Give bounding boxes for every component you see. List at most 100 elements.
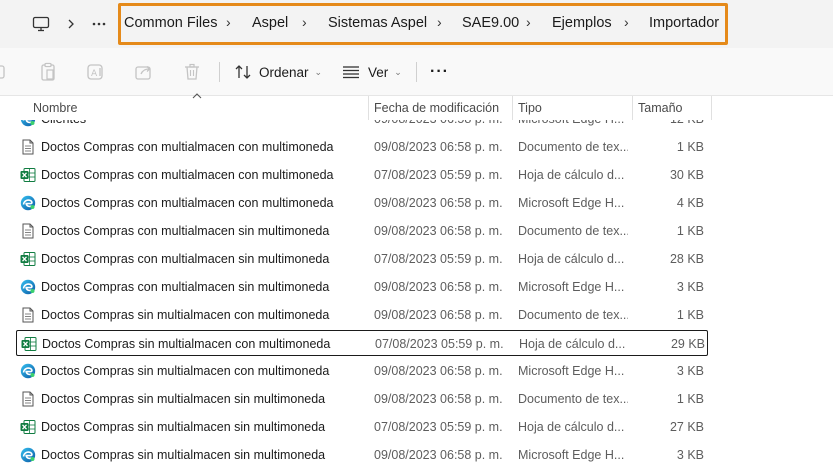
- file-size: 28 KB: [669, 252, 704, 266]
- file-row[interactable]: Doctos Compras sin multialmacen sin mult…: [16, 386, 708, 412]
- edge-icon: [20, 363, 36, 379]
- sort-button[interactable]: Ordenar ⌄: [234, 61, 322, 83]
- file-type: Hoja de cálculo d...: [519, 337, 626, 351]
- file-date: 09/08/2023 06:58 p. m.: [374, 196, 503, 210]
- this-pc-icon[interactable]: [30, 13, 52, 35]
- file-size: 3 KB: [676, 280, 704, 294]
- file-size: 12 KB: [634, 120, 704, 126]
- text-document-icon: [20, 391, 36, 407]
- file-row[interactable]: Doctos Compras con multialmacen sin mult…: [16, 274, 708, 300]
- file-type: Microsoft Edge H...: [518, 280, 625, 294]
- breadcrumb-separator-icon[interactable]: ›: [526, 14, 531, 30]
- breadcrumb-item-sistemas-aspel[interactable]: Sistemas Aspel: [328, 15, 427, 31]
- view-button[interactable]: Ver ⌄: [342, 61, 402, 83]
- text-document-icon: [20, 307, 36, 323]
- column-header-size[interactable]: Tamaño: [638, 101, 682, 115]
- breadcrumb-separator-icon[interactable]: ›: [437, 14, 442, 30]
- file-date: 09/08/2023 06:58 p. m.: [374, 224, 503, 238]
- toolbar-divider: [416, 62, 417, 82]
- file-type: Microsoft Edge H...: [518, 364, 625, 378]
- file-name: Doctos Compras sin multialmacen con mult…: [41, 364, 330, 378]
- file-date: 07/08/2023 05:59 p. m.: [374, 420, 503, 434]
- breadcrumb-item-aspel[interactable]: Aspel: [252, 15, 288, 31]
- file-row[interactable]: Doctos Compras con multialmacen sin mult…: [16, 218, 708, 244]
- paste-icon[interactable]: [38, 62, 58, 82]
- column-header-row: Nombre Fecha de modificación Tipo Tamaño: [0, 93, 833, 120]
- text-document-icon: [20, 139, 36, 155]
- file-name: Clientes: [41, 120, 371, 126]
- file-row[interactable]: Doctos Compras con multialmacen sin mult…: [16, 246, 708, 272]
- file-date: 07/08/2023 05:59 p. m.: [374, 168, 503, 182]
- file-date: 09/08/2023 06:58 p. m.: [374, 120, 512, 126]
- more-locations-icon[interactable]: [88, 13, 110, 35]
- breadcrumb-separator-icon[interactable]: ›: [624, 14, 629, 30]
- file-name: Doctos Compras con multialmacen con mult…: [41, 168, 334, 182]
- file-row[interactable]: Doctos Compras sin multialmacen sin mult…: [16, 414, 708, 440]
- sort-label: Ordenar: [259, 64, 309, 80]
- rename-icon[interactable]: A: [86, 62, 106, 82]
- svg-text:A: A: [91, 69, 98, 79]
- file-row[interactable]: Doctos Compras con multialmacen con mult…: [16, 134, 708, 160]
- sort-ascending-icon: [192, 91, 202, 102]
- breadcrumb-separator-icon[interactable]: ›: [226, 14, 231, 30]
- breadcrumb-item-importador[interactable]: Importador: [649, 15, 719, 31]
- edge-icon: [20, 447, 36, 463]
- file-type: Documento de tex...: [518, 140, 628, 154]
- excel-icon: [20, 251, 36, 267]
- file-row[interactable]: Clientes09/08/2023 06:58 p. m. Microsoft …: [16, 120, 708, 132]
- file-name: Doctos Compras sin multialmacen con mult…: [42, 337, 331, 351]
- file-date: 07/08/2023 05:59 p. m.: [375, 337, 504, 351]
- excel-icon: [21, 336, 37, 352]
- file-row[interactable]: Doctos Compras con multialmacen con mult…: [16, 190, 708, 216]
- file-name: Doctos Compras sin multialmacen sin mult…: [41, 420, 326, 434]
- file-date: 09/08/2023 06:58 p. m.: [374, 140, 503, 154]
- file-type: Documento de tex...: [518, 224, 628, 238]
- cut-icon[interactable]: [0, 62, 12, 82]
- edge-icon: [20, 279, 36, 295]
- file-type: Microsoft Edge H...: [518, 448, 625, 462]
- column-resize-handle[interactable]: [632, 96, 633, 120]
- column-header-type[interactable]: Tipo: [518, 101, 542, 115]
- view-label: Ver: [368, 64, 389, 80]
- file-size: 27 KB: [669, 420, 704, 434]
- file-size: 3 KB: [676, 364, 704, 378]
- file-name: Doctos Compras sin multialmacen sin mult…: [41, 392, 326, 406]
- file-type: Microsoft Edge H...: [518, 196, 625, 210]
- breadcrumb-item-ejemplos[interactable]: Ejemplos: [552, 15, 612, 31]
- column-resize-handle[interactable]: [711, 96, 712, 120]
- column-header-name[interactable]: Nombre: [33, 101, 77, 115]
- file-name: Doctos Compras con multialmacen sin mult…: [41, 280, 330, 294]
- column-header-date[interactable]: Fecha de modificación: [374, 101, 499, 115]
- chevron-down-icon: ⌄: [394, 66, 402, 77]
- file-date: 09/08/2023 06:58 p. m.: [374, 280, 503, 294]
- delete-icon[interactable]: [182, 62, 202, 82]
- breadcrumb-item-common-files[interactable]: Common Files: [124, 15, 217, 31]
- edge-icon: [20, 195, 36, 211]
- file-row[interactable]: Doctos Compras con multialmacen con mult…: [16, 162, 708, 188]
- more-options-button[interactable]: ···: [430, 61, 449, 83]
- file-date: 09/08/2023 06:58 p. m.: [374, 448, 503, 462]
- file-size: 1 KB: [676, 308, 704, 322]
- file-size: 3 KB: [676, 448, 704, 462]
- chevron-right-icon[interactable]: [60, 13, 82, 35]
- file-row[interactable]: Doctos Compras sin multialmacen sin mult…: [16, 442, 708, 468]
- file-row[interactable]: Doctos Compras sin multialmacen con mult…: [16, 358, 708, 384]
- file-name: Doctos Compras sin multialmacen sin mult…: [41, 448, 326, 462]
- column-resize-handle[interactable]: [512, 96, 513, 120]
- file-row-selected[interactable]: Doctos Compras sin multialmacen con mult…: [16, 330, 708, 356]
- file-type: Hoja de cálculo d...: [518, 420, 625, 434]
- excel-icon: [20, 167, 36, 183]
- breadcrumb-item-sae900[interactable]: SAE9.00: [462, 15, 519, 31]
- column-resize-handle[interactable]: [368, 96, 369, 120]
- file-size: 4 KB: [676, 196, 704, 210]
- file-size: 1 KB: [676, 140, 704, 154]
- file-list: Clientes09/08/2023 06:58 p. m.Microsoft …: [0, 120, 833, 470]
- file-row[interactable]: Doctos Compras sin multialmacen con mult…: [16, 302, 708, 328]
- chevron-down-icon: ⌄: [314, 66, 323, 77]
- command-bar: A Ordenar ⌄ Ver ⌄ ···: [0, 48, 833, 96]
- share-icon[interactable]: [134, 62, 154, 82]
- file-size: 30 KB: [669, 168, 704, 182]
- text-document-icon: [20, 223, 36, 239]
- file-type: Hoja de cálculo d...: [518, 252, 625, 266]
- breadcrumb-separator-icon[interactable]: ›: [302, 14, 307, 30]
